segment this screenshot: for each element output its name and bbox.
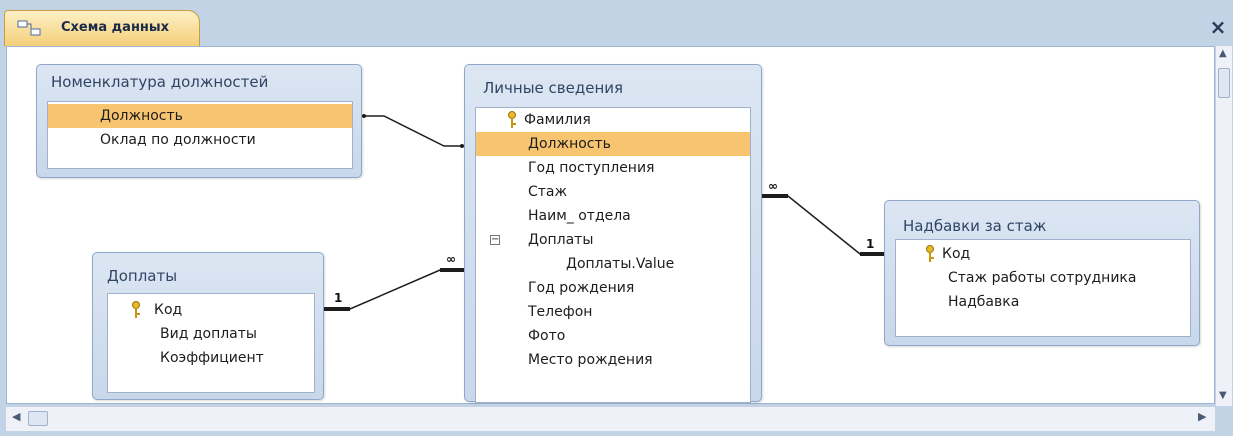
table-seniority-bonuses[interactable]: Надбавки за стаж Код Стаж работы сотрудн… (884, 200, 1200, 346)
primary-key-icon (132, 301, 140, 318)
field-row[interactable]: Должность (476, 132, 750, 156)
table-title: Номенклатура должностей (51, 73, 269, 91)
scroll-left-icon[interactable]: ◀ (12, 410, 20, 423)
field-label: Оклад по должности (100, 132, 256, 148)
field-row[interactable]: Доплаты.Value (476, 252, 750, 276)
scroll-up-icon[interactable]: ▲ (1219, 48, 1227, 59)
field-label: Фото (528, 328, 566, 344)
scroll-down-icon[interactable]: ▼ (1219, 390, 1227, 401)
table-payments[interactable]: Доплаты Код Вид доплаты Коэффициент (92, 252, 324, 400)
field-row[interactable]: Оклад по должности (48, 128, 352, 152)
table-personal-info[interactable]: Личные сведения Фамилия Должность Год по… (464, 64, 762, 403)
field-row[interactable]: Наим_ отдела (476, 204, 750, 228)
field-row[interactable]: Год рождения (476, 276, 750, 300)
field-row[interactable]: Место рождения (476, 348, 750, 372)
field-label: Наим_ отдела (528, 208, 631, 224)
field-list: Фамилия Должность Год поступления Стаж Н… (475, 107, 751, 403)
table-title: Надбавки за стаж (903, 217, 1047, 235)
primary-key-icon (926, 245, 934, 262)
field-label: Год рождения (528, 280, 635, 296)
field-label: Вид доплаты (160, 326, 257, 342)
scroll-right-icon[interactable]: ▶ (1198, 410, 1206, 423)
field-label: Стаж работы сотрудника (948, 270, 1137, 286)
field-label: Должность (528, 136, 611, 152)
field-label: Место рождения (528, 352, 653, 368)
vertical-scroll-thumb[interactable] (1218, 68, 1230, 98)
field-row[interactable]: Должность (48, 104, 352, 128)
field-row[interactable]: Год поступления (476, 156, 750, 180)
table-title: Доплаты (107, 267, 178, 285)
field-label: Доплаты (528, 232, 594, 248)
field-label: Коэффициент (160, 350, 264, 366)
field-row[interactable]: Код (108, 298, 314, 322)
table-title: Личные сведения (483, 79, 624, 97)
tab-label: Схема данных (61, 20, 170, 35)
close-button[interactable]: × (1207, 16, 1229, 38)
horizontal-scroll-thumb[interactable] (28, 411, 48, 426)
tab-relationships[interactable]: Схема данных (4, 10, 200, 46)
field-list: Код Вид доплаты Коэффициент (107, 293, 315, 393)
field-label: Доплаты.Value (566, 256, 675, 272)
horizontal-scrollbar[interactable]: ◀ ▶ (6, 406, 1215, 431)
field-row[interactable]: Стаж работы сотрудника (896, 266, 1190, 290)
field-row[interactable]: − Доплаты (476, 228, 750, 252)
field-list: Код Стаж работы сотрудника Надбавка (895, 239, 1191, 337)
field-label: Телефон (528, 304, 593, 320)
field-label: Фамилия (524, 112, 591, 128)
field-label: Надбавка (948, 294, 1020, 310)
field-label: Должность (100, 108, 183, 124)
field-label: Код (942, 246, 971, 262)
relationships-icon (17, 20, 41, 36)
table-nomenclature[interactable]: Номенклатура должностей Должность Оклад … (36, 64, 362, 178)
collapse-icon[interactable]: − (490, 235, 500, 245)
field-label: Код (154, 302, 183, 318)
field-row[interactable]: Коэффициент (108, 346, 314, 370)
vertical-scrollbar[interactable]: ▲ ▼ (1215, 46, 1232, 406)
field-row[interactable]: Фото (476, 324, 750, 348)
field-list: Должность Оклад по должности (47, 101, 353, 169)
document-tab-bar: Схема данных × (0, 0, 1233, 46)
primary-key-icon (508, 111, 516, 128)
field-label: Год поступления (528, 160, 655, 176)
field-row[interactable]: Фамилия (476, 108, 750, 132)
field-label: Стаж (528, 184, 568, 200)
field-row[interactable]: Код (896, 242, 1190, 266)
field-row[interactable]: Телефон (476, 300, 750, 324)
field-row[interactable]: Вид доплаты (108, 322, 314, 346)
field-row[interactable]: Надбавка (896, 290, 1190, 314)
field-row[interactable]: Стаж (476, 180, 750, 204)
